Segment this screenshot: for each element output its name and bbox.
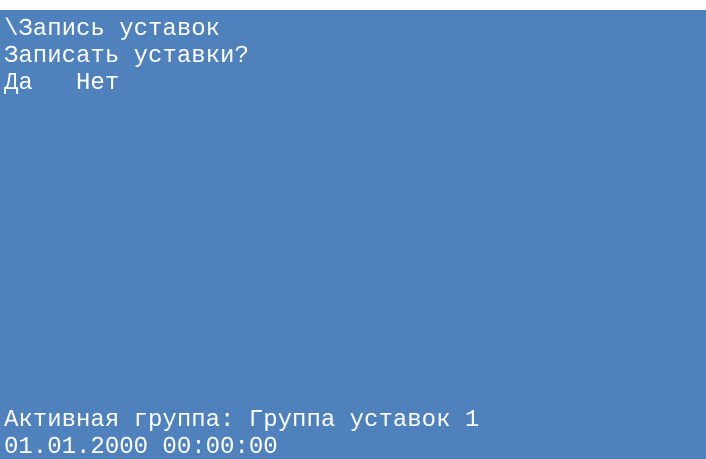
device-screen: \Запись уставок Записать уставки? Да Нет… <box>0 10 706 459</box>
option-separator <box>33 70 76 97</box>
no-option[interactable]: Нет <box>76 70 119 97</box>
active-group-status: Активная группа: Группа уставок 1 <box>4 407 480 434</box>
screen-title: \Запись уставок <box>4 16 221 43</box>
datetime-readout: 01.01.2000 00:00:00 <box>4 434 278 459</box>
yes-option[interactable]: Да <box>4 70 33 97</box>
confirm-question: Записать уставки? <box>4 43 249 70</box>
answer-options: Да Нет <box>4 70 119 97</box>
